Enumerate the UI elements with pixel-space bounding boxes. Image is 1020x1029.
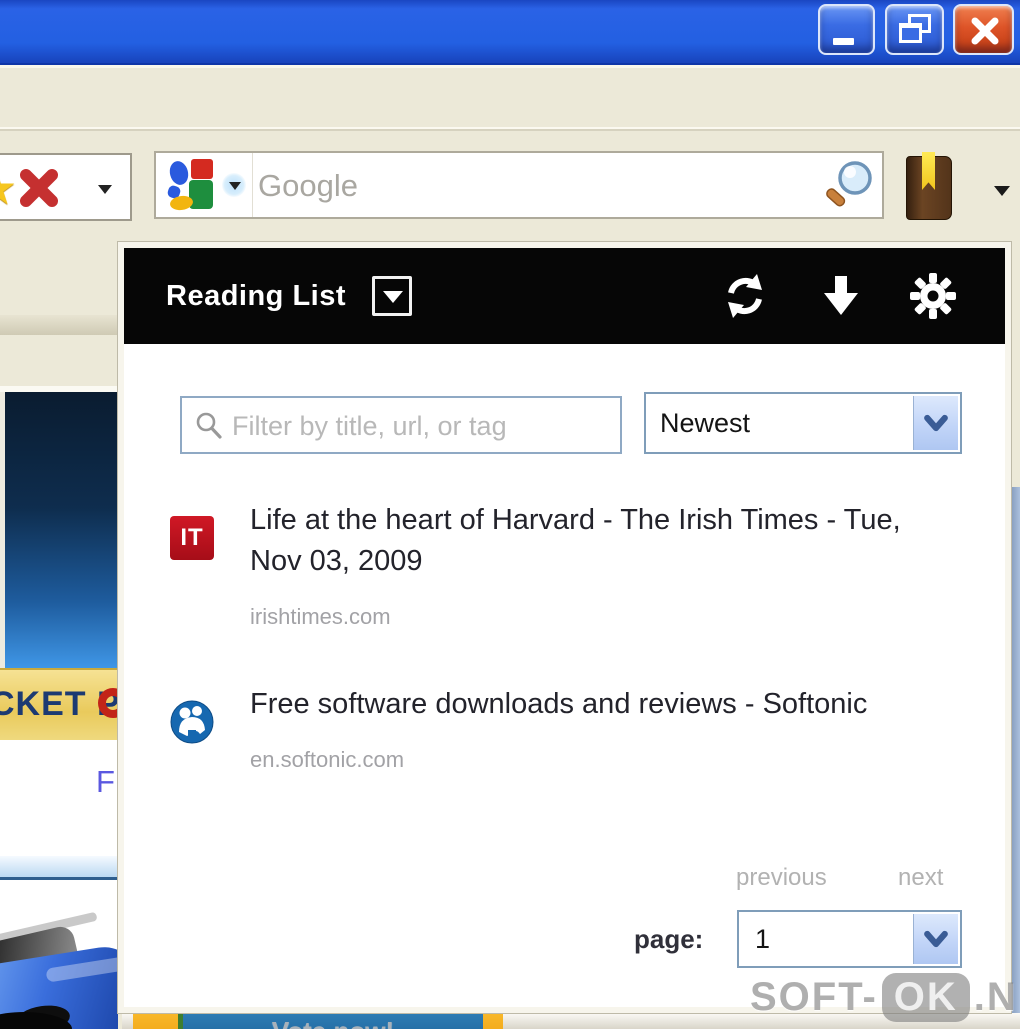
watermark-pre: SOFT-: [750, 974, 878, 1019]
close-icon: [971, 17, 999, 45]
sort-select-button[interactable]: [913, 396, 958, 450]
next-page-link[interactable]: next: [898, 864, 943, 892]
browser-window: ★ CKET P: [0, 0, 1020, 1029]
bookmark-star-icon: ★: [0, 161, 17, 215]
watermark-post: .NET: [973, 974, 1020, 1019]
filter-field[interactable]: [180, 396, 622, 454]
search-box[interactable]: [154, 151, 884, 219]
restore-button[interactable]: [885, 4, 944, 55]
car-photo: [0, 910, 118, 1029]
gear-button[interactable]: [909, 272, 957, 320]
item-title-link[interactable]: Life at the heart of Harvard - The Irish…: [250, 500, 905, 582]
item-url: irishtimes.com: [250, 604, 391, 629]
panel-header: Reading List: [124, 248, 1005, 344]
list-item[interactable]: Life at the heart of Harvard - The Irish…: [250, 500, 905, 630]
sort-select-value: Newest: [660, 408, 751, 438]
toolbar-overflow-icon[interactable]: [994, 186, 1010, 196]
page-divider-band: [0, 856, 118, 880]
page-select[interactable]: 1: [737, 910, 962, 968]
page-scrollbar[interactable]: [1011, 487, 1020, 1013]
page-select-button[interactable]: [913, 914, 958, 964]
filter-input[interactable]: [230, 400, 614, 452]
chevron-down-icon: [924, 930, 948, 948]
chrome-shadow: [0, 315, 118, 335]
item-url: en.softonic.com: [250, 747, 405, 772]
softonic-favicon-icon: [170, 700, 214, 744]
sort-select[interactable]: Newest: [644, 392, 962, 454]
minimize-icon: [833, 38, 854, 45]
window-titlebar[interactable]: [0, 0, 1020, 65]
refresh-button[interactable]: [721, 272, 769, 320]
page-partial-text: F: [96, 764, 115, 799]
location-dropdown-icon[interactable]: [98, 185, 112, 194]
search-magnifier-icon[interactable]: [822, 157, 878, 213]
delete-x-icon[interactable]: [16, 165, 62, 211]
irishtimes-favicon-icon: IT: [170, 516, 214, 560]
previous-page-link[interactable]: previous: [736, 864, 827, 892]
page-vote-banner[interactable]: Vote now!: [133, 1013, 503, 1029]
vote-banner-text: Vote now!: [183, 1016, 483, 1029]
engine-dropdown-icon[interactable]: [229, 182, 241, 190]
minimize-button[interactable]: [818, 4, 875, 55]
chevron-down-icon: [383, 291, 403, 303]
watermark: SOFT- OK .NET: [750, 972, 1020, 1022]
reading-list-toolbar-button[interactable]: [901, 152, 959, 224]
page-content-area: F: [0, 740, 118, 856]
chevron-down-icon: [924, 414, 948, 432]
page-gold-banner: CKET P: [0, 668, 118, 740]
close-button[interactable]: [953, 4, 1014, 55]
google-logo-icon: [166, 159, 218, 211]
chrome-highlight: [0, 65, 1020, 68]
filter-search-icon: [196, 412, 222, 439]
page-label: page:: [634, 924, 704, 954]
location-bar-fragment[interactable]: ★: [0, 153, 132, 221]
search-input[interactable]: [256, 155, 820, 217]
reading-list-panel: Reading List Filter by title, url, or ta…: [118, 242, 1011, 1013]
watermark-badge: OK: [881, 972, 970, 1022]
page-select-value: 1: [755, 924, 771, 954]
title-dropdown-button[interactable]: [372, 276, 412, 316]
panel-title: Reading List: [166, 280, 347, 312]
download-arrow-button[interactable]: [817, 272, 865, 320]
page-banner-image: [0, 392, 118, 668]
item-title-link[interactable]: Free software downloads and reviews - So…: [250, 684, 905, 725]
list-item[interactable]: Free software downloads and reviews - So…: [250, 684, 905, 773]
